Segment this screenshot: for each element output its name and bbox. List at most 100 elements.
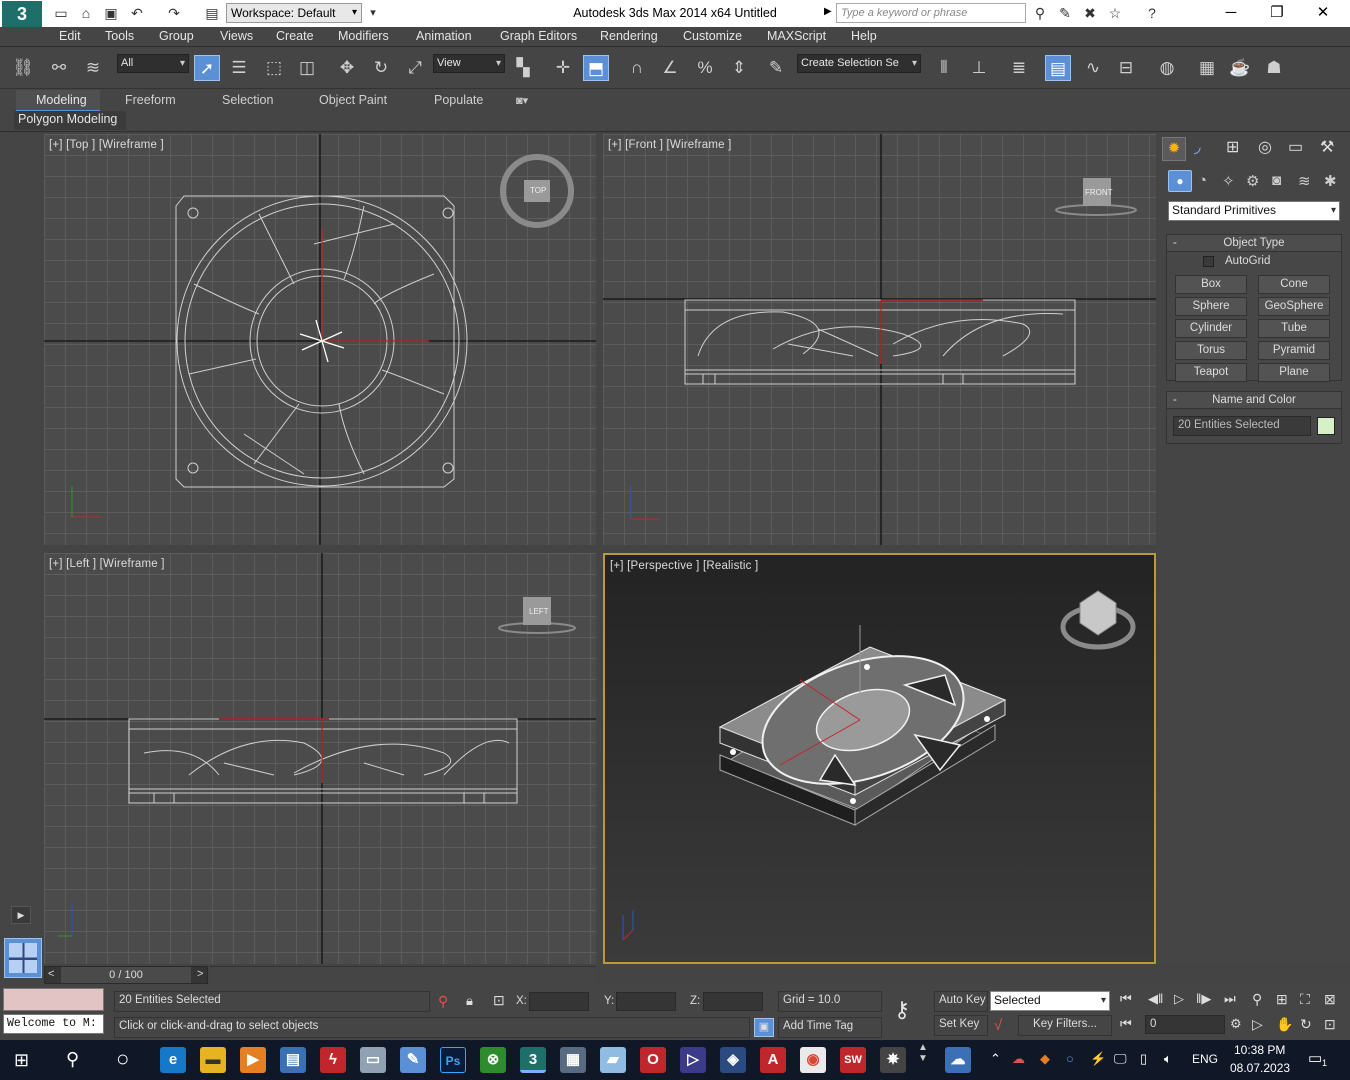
maxscript-listener-input[interactable]: Welcome to M: xyxy=(3,1014,104,1034)
tray-app2-icon[interactable]: ◆ xyxy=(1040,1051,1050,1067)
utilities-tab-icon[interactable]: ⚒ xyxy=(1320,137,1334,157)
time-prev-icon[interactable]: < xyxy=(48,968,54,980)
menu-customize[interactable]: Customize xyxy=(683,29,742,43)
render-setup-icon[interactable]: ▦ xyxy=(1194,55,1220,81)
notification-center-icon[interactable]: ▭ xyxy=(1308,1049,1322,1067)
auto-key-button[interactable]: Auto Key xyxy=(934,991,988,1012)
ribbon-tab-modeling[interactable]: Modeling xyxy=(16,90,100,112)
polygon-modeling-panel[interactable]: Polygon Modeling xyxy=(14,111,126,130)
favorites-star-icon[interactable]: ☆ xyxy=(1106,5,1124,21)
time-next-icon[interactable]: > xyxy=(197,968,203,980)
cameras-icon[interactable]: ⚙ xyxy=(1246,172,1259,190)
menu-graph-editors[interactable]: Graph Editors xyxy=(500,29,577,43)
time-configuration-icon[interactable]: ⚙ xyxy=(1230,1016,1242,1032)
menu-group[interactable]: Group xyxy=(159,29,194,43)
set-keys-key-icon[interactable]: ⚷ xyxy=(894,997,910,1023)
align-icon[interactable]: ⊥ xyxy=(966,55,992,81)
x-coordinate-field[interactable] xyxy=(529,992,589,1011)
media-player-icon[interactable]: ▶ xyxy=(240,1047,266,1073)
pivot-center-icon[interactable]: ▚ xyxy=(510,55,536,81)
y-coordinate-field[interactable] xyxy=(616,992,676,1011)
orbit-icon[interactable]: ↻ xyxy=(1300,1016,1312,1033)
clock-date[interactable]: 08.07.2023 xyxy=(1230,1061,1290,1075)
object-name-field[interactable]: 20 Entities Selected xyxy=(1173,416,1311,436)
binoculars-icon[interactable]: ⚲ xyxy=(1031,5,1049,21)
ribbon-tab-object-paint[interactable]: Object Paint xyxy=(319,93,387,107)
torus-button[interactable]: Torus xyxy=(1175,341,1247,360)
category-dropdown[interactable]: Standard Primitives ▾ xyxy=(1168,201,1340,221)
space-warps-icon[interactable]: ≋ xyxy=(1298,172,1311,190)
field-of-view-icon[interactable]: ▷ xyxy=(1252,1016,1263,1033)
zoom-all-icon[interactable]: ⊞ xyxy=(1276,991,1288,1008)
goto-end-icon[interactable]: ⏭ xyxy=(1224,991,1236,1007)
shapes-icon[interactable]: ◔ xyxy=(1198,172,1207,189)
edit-named-selection-icon[interactable]: ✎ xyxy=(763,55,789,81)
create-tab-icon[interactable]: ✹ xyxy=(1162,137,1186,161)
angle-snap-icon[interactable]: ∠ xyxy=(657,55,683,81)
select-object-icon[interactable]: ➚ xyxy=(194,55,220,81)
link-icon[interactable]: ⛓ xyxy=(10,55,36,81)
cone-button[interactable]: Cone xyxy=(1258,275,1330,294)
windows-start-icon[interactable]: ⊞ xyxy=(14,1050,36,1070)
time-slider[interactable]: < 0 / 100 > xyxy=(44,966,208,984)
curve-editor-icon[interactable]: ∿ xyxy=(1080,55,1106,81)
tray-scroll-icon[interactable]: ▲ ▼ xyxy=(918,1042,928,1064)
zoom-icon[interactable]: ⚲ xyxy=(1252,991,1262,1008)
isolate-selection-icon[interactable]: ⚲ xyxy=(438,993,448,1010)
network-app-icon[interactable]: ▤ xyxy=(280,1047,306,1073)
tray-overflow-icon[interactable]: ⌃ xyxy=(990,1051,1001,1067)
key-filters-button[interactable]: Key Filters... xyxy=(1018,1015,1112,1036)
calculator-icon[interactable]: ▦ xyxy=(560,1047,586,1073)
rotate-icon[interactable]: ↻ xyxy=(368,55,394,81)
rendered-frame-window-icon[interactable]: ☕ xyxy=(1227,55,1253,81)
move-icon[interactable]: ✥ xyxy=(334,55,360,81)
viewport-left[interactable]: [+] [Left ] [Wireframe ] LEFT xyxy=(44,553,596,964)
close-button[interactable]: ✕ xyxy=(1300,0,1346,26)
maximize-viewport-icon[interactable]: ⊡ xyxy=(1324,1016,1336,1033)
3dsmax-taskbar-icon[interactable]: 3 xyxy=(520,1047,546,1073)
helpers-icon[interactable]: ◙ xyxy=(1272,172,1281,189)
zoom-extents-all-icon[interactable]: ⊠ xyxy=(1324,991,1336,1008)
tube-button[interactable]: Tube xyxy=(1258,319,1330,338)
menu-animation[interactable]: Animation xyxy=(416,29,472,43)
goto-start-icon[interactable]: ⏮ xyxy=(1120,991,1132,1007)
window-crossing-icon[interactable]: ◫ xyxy=(294,55,320,81)
ribbon-tab-freeform[interactable]: Freeform xyxy=(125,93,176,107)
z-coordinate-field[interactable] xyxy=(703,992,763,1011)
chrome-browser-icon[interactable]: ◉ xyxy=(800,1047,826,1073)
view-cube-top-label[interactable]: TOP xyxy=(530,186,546,195)
notes-app-icon[interactable]: ✎ xyxy=(400,1047,426,1073)
current-frame-field[interactable]: 0 xyxy=(1145,1015,1225,1034)
flash-app-icon[interactable]: ϟ xyxy=(320,1047,346,1073)
name-and-color-header[interactable]: - Name and Color xyxy=(1167,392,1341,409)
box-button[interactable]: Box xyxy=(1175,275,1247,294)
ribbon-tab-populate[interactable]: Populate xyxy=(434,93,483,107)
search-icon[interactable]: ⚲ xyxy=(66,1049,79,1070)
expand-track-bar-icon[interactable]: ▶ xyxy=(11,906,31,924)
cylinder-button[interactable]: Cylinder xyxy=(1175,319,1247,338)
autogrid-checkbox[interactable] xyxy=(1203,256,1214,267)
spinner-snap-icon[interactable]: ⇕ xyxy=(726,55,752,81)
menu-help[interactable]: Help xyxy=(851,29,877,43)
view-cube-left-label[interactable]: LEFT xyxy=(529,607,549,616)
tray-app3-icon[interactable]: ○ xyxy=(1066,1051,1074,1066)
opera-browser-icon[interactable]: O xyxy=(640,1047,666,1073)
zoom-extents-icon[interactable]: ⛶ xyxy=(1300,991,1310,1008)
plane-button[interactable]: Plane xyxy=(1258,363,1330,382)
selection-filter-dropdown[interactable]: All ▾ xyxy=(117,54,189,73)
object-type-header[interactable]: - Object Type xyxy=(1167,235,1341,252)
file-explorer-icon[interactable]: ▬ xyxy=(200,1047,226,1073)
set-key-button[interactable]: Set Key xyxy=(934,1015,988,1036)
tray-app1-icon[interactable]: ☁ xyxy=(1012,1051,1025,1067)
bind-space-warp-icon[interactable]: ≋ xyxy=(80,55,106,81)
communication-icon[interactable]: ✖ xyxy=(1081,5,1099,21)
add-time-tag-field[interactable]: Add Time Tag xyxy=(778,1017,882,1038)
menu-tools[interactable]: Tools xyxy=(105,29,134,43)
viewport-layout-icon[interactable] xyxy=(4,938,42,978)
paint-app-icon[interactable]: ▰ xyxy=(600,1047,626,1073)
mirror-icon[interactable]: ⫴ xyxy=(931,55,957,81)
photoshop-icon[interactable]: Ps xyxy=(440,1047,466,1073)
subscription-icon[interactable]: ✎ xyxy=(1056,5,1074,21)
menu-views[interactable]: Views xyxy=(220,29,253,43)
maximize-button[interactable]: ❐ xyxy=(1254,0,1300,26)
